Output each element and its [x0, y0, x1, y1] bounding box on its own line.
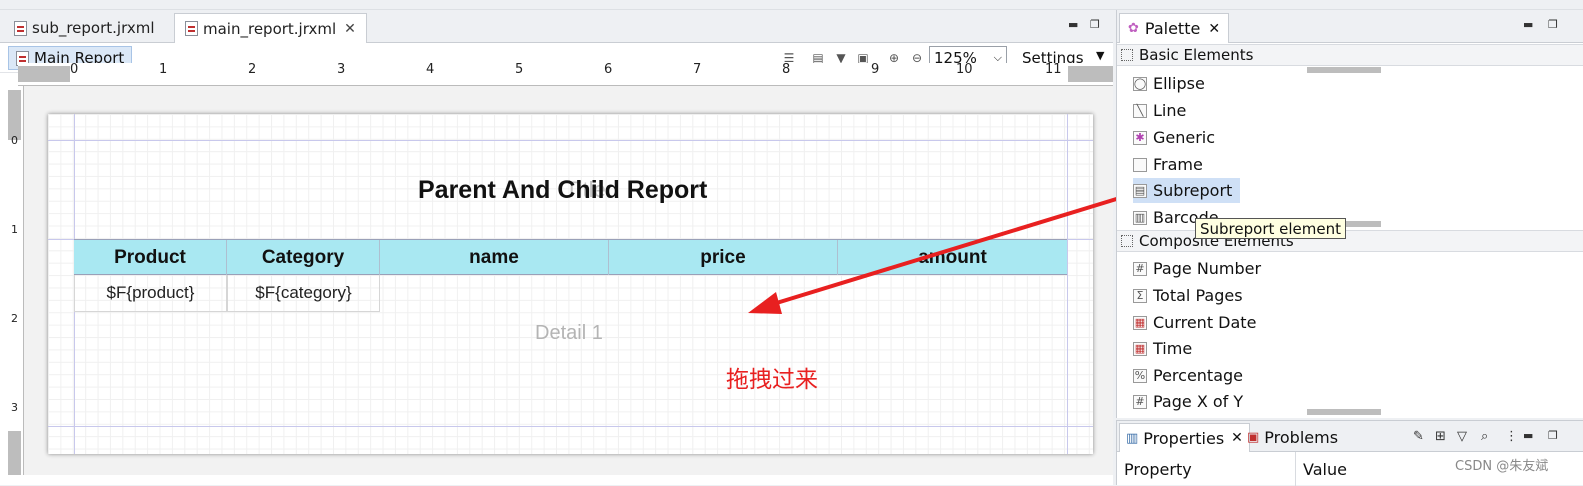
calendar-icon: ▦ [1133, 341, 1147, 356]
tree-icon[interactable]: ⊞ [1435, 429, 1447, 444]
problems-icon: ▣ [1247, 430, 1260, 445]
minimize-icon[interactable]: ▬ [1523, 429, 1535, 442]
ellipse-icon: ◯ [1133, 76, 1147, 91]
palette-item-page-number[interactable]: # Page Number [1133, 256, 1269, 281]
properties-panel: ▥ Properties ✕ ▣ Problems ✎ ⊞ ▽ ⌕ ⋮ ▬ ❐ … [1116, 420, 1583, 486]
palette-tab-bar: ✿ Palette ✕ ▬ ❐ [1117, 10, 1583, 43]
tab-properties[interactable]: ▥ Properties ✕ [1119, 423, 1250, 452]
section-composite-elements[interactable]: Composite Elements [1117, 230, 1583, 252]
search-icon[interactable]: ⌕ [1481, 429, 1493, 444]
menu-icon[interactable]: ⋮ [1505, 429, 1518, 444]
generic-icon: ✱ [1133, 130, 1147, 145]
minimize-icon[interactable]: ▬ [1523, 18, 1535, 31]
tab-palette[interactable]: ✿ Palette ✕ [1119, 13, 1230, 43]
properties-tab-bar: ▥ Properties ✕ ▣ Problems ✎ ⊞ ▽ ⌕ ⋮ ▬ ❐ [1117, 421, 1583, 452]
section-basic-elements[interactable]: Basic Elements [1117, 44, 1583, 66]
scroll-up-handle[interactable] [1307, 67, 1381, 73]
palette-item-current-date[interactable]: ▦ Current Date [1133, 310, 1264, 335]
palette-item-ellipse[interactable]: ◯ Ellipse [1133, 71, 1213, 96]
frame-icon [1133, 157, 1147, 172]
palette-item-time[interactable]: ▦ Time [1133, 336, 1200, 361]
maximize-icon[interactable]: ❐ [1548, 18, 1560, 31]
tab-problems[interactable]: ▣ Problems [1241, 423, 1344, 452]
subreport-icon: ▤ [1133, 183, 1147, 198]
palette-item-total-pages[interactable]: Σ Total Pages [1133, 283, 1251, 308]
watermark: CSDN @朱友斌 [1455, 459, 1549, 474]
percent-icon: % [1133, 368, 1147, 383]
scroll-down-handle[interactable] [1307, 409, 1381, 415]
palette-item-subreport[interactable]: ▤ Subreport [1133, 178, 1241, 203]
barcode-icon: ▥ [1133, 210, 1147, 225]
calendar-icon: ▦ [1133, 315, 1147, 330]
hash-icon: # [1133, 261, 1147, 276]
filter-icon[interactable]: ▽ [1457, 429, 1469, 444]
sigma-icon: Σ [1133, 288, 1147, 303]
close-tab-icon[interactable]: ✕ [1208, 21, 1220, 37]
palette-item-percentage[interactable]: % Percentage [1133, 363, 1251, 388]
palette-item-frame[interactable]: Frame [1133, 152, 1211, 177]
palette-panel: ✿ Palette ✕ ▬ ❐ Basic Elements ◯ Ellipse … [1116, 10, 1583, 418]
palette-item-line[interactable]: ╲ Line [1133, 98, 1194, 123]
maximize-icon[interactable]: ❐ [1548, 429, 1560, 442]
page-x-of-y-icon: # [1133, 394, 1147, 409]
palette-item-page-x-of-y[interactable]: # Page X of Y [1133, 389, 1251, 414]
subreport-tooltip: Subreport element [1195, 218, 1346, 239]
column-property[interactable]: Property [1117, 452, 1296, 486]
new-icon[interactable]: ✎ [1413, 429, 1425, 444]
palette-icon: ✿ [1128, 21, 1139, 36]
line-icon: ╲ [1133, 103, 1147, 118]
tab-label: Palette [1144, 19, 1201, 38]
palette-item-generic[interactable]: ✱ Generic [1133, 125, 1223, 150]
properties-icon: ▥ [1126, 430, 1139, 446]
